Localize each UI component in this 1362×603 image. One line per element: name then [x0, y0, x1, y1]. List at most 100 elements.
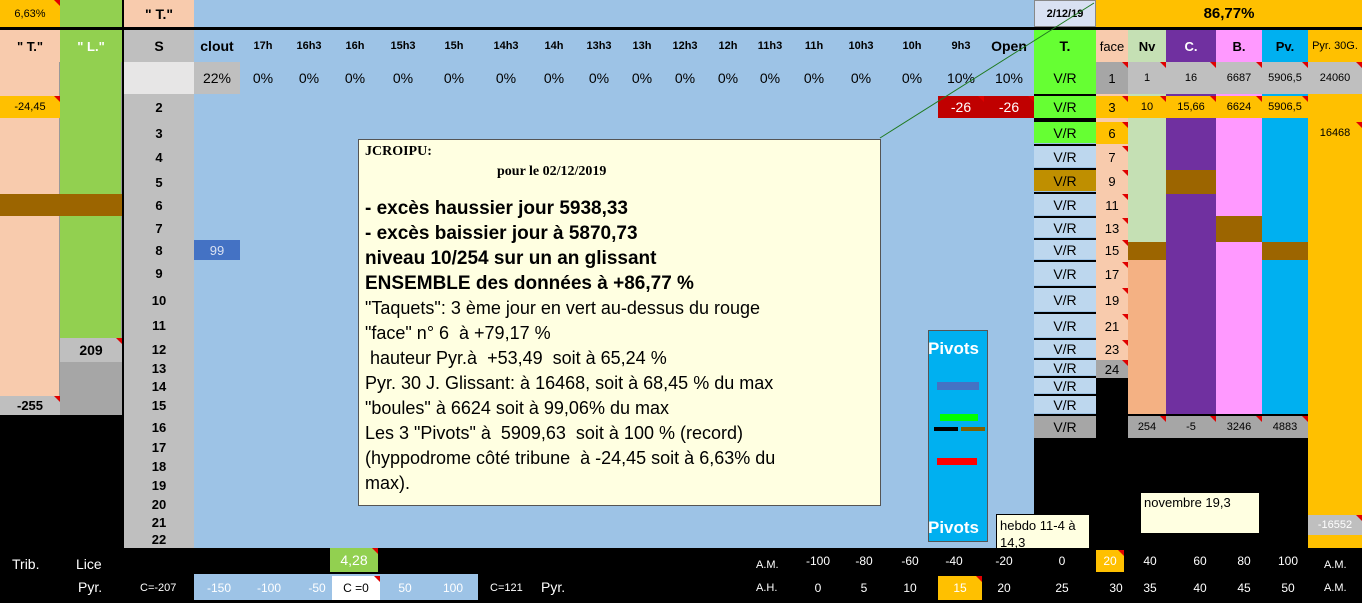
row1-hour-7[interactable]: 0% [576, 62, 622, 94]
row1-hour-13[interactable]: 0% [836, 62, 886, 94]
face-cell-6[interactable]: 6 [1096, 122, 1128, 144]
footer-am-value-4[interactable]: -20 [984, 550, 1024, 572]
row1-hour-14[interactable]: 0% [886, 62, 938, 94]
row1-pv[interactable]: 5906,5 [1262, 62, 1308, 94]
footer-ah-value-2[interactable]: 10 [890, 576, 930, 600]
row1-hour-5[interactable]: 0% [480, 62, 532, 94]
hebdo-note[interactable]: hebdo 11-4 à 14,3 [996, 514, 1090, 552]
row1-hour-2[interactable]: 0% [332, 62, 378, 94]
footer-ah-value-5[interactable]: 25 [1042, 576, 1082, 600]
row1-hour-0[interactable]: 0% [240, 62, 286, 94]
s-number-16[interactable]: 16 [124, 418, 194, 436]
row1-open[interactable]: 10% [984, 62, 1034, 94]
row1-hour-15[interactable]: 10% [938, 62, 984, 94]
s-number-8[interactable]: 8 [124, 240, 194, 260]
s-number-19[interactable]: 19 [124, 476, 194, 494]
row1-nv[interactable]: 1 [1128, 62, 1166, 94]
row1-clout[interactable]: 22% [194, 62, 240, 94]
header-t-right[interactable]: T. [1034, 30, 1096, 62]
face-cell-13[interactable]: 13 [1096, 218, 1128, 238]
header-c[interactable]: C. [1166, 30, 1216, 62]
face-cell-17[interactable]: 17 [1096, 262, 1128, 286]
vr-cell-0[interactable]: V/R [1034, 122, 1096, 144]
footer-scale-0[interactable]: -150 [194, 576, 244, 600]
footer-am-value-1[interactable]: -80 [844, 550, 884, 572]
vr-cell-9[interactable]: V/R [1034, 340, 1096, 358]
row2-t-value[interactable]: -24,45 [0, 96, 60, 118]
s-number-15[interactable]: 15 [124, 396, 194, 414]
row1-hour-6[interactable]: 0% [532, 62, 576, 94]
footer-ah-value-8[interactable]: 40 [1180, 576, 1220, 600]
t-255[interactable]: -255 [0, 396, 60, 415]
s-number-21[interactable]: 21 [124, 514, 194, 530]
footer-ah-value-7[interactable]: 35 [1130, 576, 1170, 600]
s-number-4[interactable]: 4 [124, 146, 194, 168]
header-face[interactable]: face [1096, 30, 1128, 62]
vr-cell-10[interactable]: V/R [1034, 360, 1096, 376]
vr-cell-3[interactable]: V/R [1034, 194, 1096, 216]
row1-vr[interactable]: V/R [1034, 62, 1096, 94]
vr-cell-1[interactable]: V/R [1034, 146, 1096, 168]
s-number-7[interactable]: 7 [124, 218, 194, 238]
row2-face[interactable]: 3 [1096, 96, 1128, 118]
top-pct-right[interactable]: 86,77% [1096, 0, 1362, 27]
header-pyr30[interactable]: Pyr. 30G. [1308, 30, 1362, 62]
header-pv[interactable]: Pv. [1262, 30, 1308, 62]
footer-am-value-3[interactable]: -40 [934, 550, 974, 572]
header-s[interactable]: S [124, 30, 194, 62]
footer-am-value-8[interactable]: 60 [1180, 550, 1220, 572]
s-number-13[interactable]: 13 [124, 360, 194, 376]
footer-value-428[interactable]: 4,28 [330, 548, 378, 572]
value-99[interactable]: 99 [194, 240, 240, 260]
face-cell-21[interactable]: 21 [1096, 314, 1128, 338]
count-b[interactable]: 3246 [1216, 416, 1262, 438]
vr-cell-5[interactable]: V/R [1034, 240, 1096, 260]
vr-cell-8[interactable]: V/R [1034, 314, 1096, 338]
footer-ah-value-0[interactable]: 0 [798, 576, 838, 600]
s-number-6[interactable]: 6 [124, 194, 194, 216]
top-pct-left[interactable]: 6,63% [0, 0, 60, 27]
s-number-20[interactable]: 20 [124, 496, 194, 512]
row1-hour-1[interactable]: 0% [286, 62, 332, 94]
footer-ah-value-3[interactable]: 15 [938, 576, 982, 600]
footer-ah-value-4[interactable]: 20 [984, 576, 1024, 600]
vr-cell-12[interactable]: V/R [1034, 396, 1096, 414]
top-l-cell[interactable] [60, 0, 122, 27]
header-nv[interactable]: Nv [1128, 30, 1166, 62]
row2-vr[interactable]: V/R [1034, 96, 1096, 118]
s-number-9[interactable]: 9 [124, 262, 194, 284]
count-pv[interactable]: 4883 [1262, 416, 1308, 438]
row1-pyr[interactable]: 24060 [1308, 62, 1362, 94]
face-cell-7[interactable]: 7 [1096, 146, 1128, 168]
s-number-12[interactable]: 12 [124, 340, 194, 358]
s-number-3[interactable]: 3 [124, 122, 194, 144]
footer-am-value-10[interactable]: 100 [1268, 550, 1308, 572]
face-cell-11[interactable]: 11 [1096, 194, 1128, 216]
row2-pv[interactable]: 5906,5 [1262, 96, 1308, 118]
footer-ah-value-9[interactable]: 45 [1224, 576, 1264, 600]
s-number-17[interactable]: 17 [124, 438, 194, 456]
row1-c[interactable]: 16 [1166, 62, 1216, 94]
row1-b[interactable]: 6687 [1216, 62, 1262, 94]
row1-hour-8[interactable]: 0% [622, 62, 662, 94]
footer-ah-value-10[interactable]: 50 [1268, 576, 1308, 600]
header-t[interactable]: " T." [0, 30, 60, 62]
row1-s-empty[interactable] [124, 62, 194, 94]
row3-pyr[interactable]: 16468 [1308, 122, 1362, 144]
footer-am-value-5[interactable]: 0 [1042, 550, 1082, 572]
footer-scale-5[interactable]: 100 [428, 576, 478, 600]
vr-cell-4[interactable]: V/R [1034, 218, 1096, 238]
footer-am-value-2[interactable]: -60 [890, 550, 930, 572]
row2-c[interactable]: 15,66 [1166, 96, 1216, 118]
header-b[interactable]: B. [1216, 30, 1262, 62]
s-number-5[interactable]: 5 [124, 172, 194, 192]
row2-nv[interactable]: 10 [1128, 96, 1166, 118]
footer-scale-1[interactable]: -100 [244, 576, 294, 600]
vr-cell-11[interactable]: V/R [1034, 378, 1096, 394]
comment-note[interactable]: JCROIPU: pour le 02/12/2019 - excès haus… [358, 139, 881, 506]
row1-face[interactable]: 1 [1096, 62, 1128, 94]
vr-cell-6[interactable]: V/R [1034, 262, 1096, 286]
row1-hour-3[interactable]: 0% [378, 62, 428, 94]
row2-s[interactable]: 2 [124, 96, 194, 118]
face-cell-15[interactable]: 15 [1096, 240, 1128, 260]
